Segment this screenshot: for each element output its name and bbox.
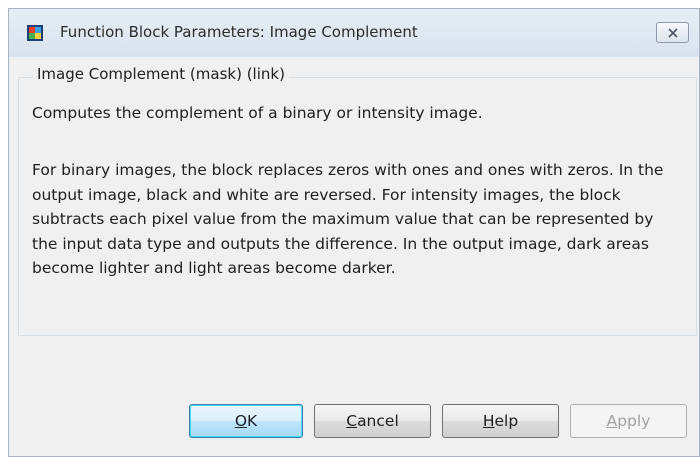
dialog-content: Image Complement (mask) (link) Computes …	[9, 57, 699, 456]
close-icon	[668, 28, 678, 38]
help-label-rest: elp	[494, 412, 519, 430]
apply-button[interactable]: Apply	[570, 404, 687, 438]
apply-mnemonic: A	[606, 412, 618, 430]
cancel-mnemonic: C	[346, 412, 358, 430]
help-mnemonic: H	[482, 412, 495, 430]
help-button[interactable]: Help	[442, 404, 559, 438]
cancel-label-rest: ancel	[357, 412, 399, 430]
dialog-window: Function Block Parameters: Image Complem…	[8, 8, 700, 457]
group-title: Image Complement (mask) (link)	[33, 65, 289, 83]
description-summary: Computes the complement of a binary or i…	[32, 104, 483, 122]
description-detail: For binary images, the block replaces ze…	[32, 161, 664, 277]
close-button[interactable]	[656, 22, 689, 43]
ok-mnemonic: O	[234, 412, 248, 430]
ok-button[interactable]: OK	[189, 404, 303, 438]
cancel-button[interactable]: Cancel	[314, 404, 431, 438]
ok-label-rest: K	[247, 412, 258, 430]
simulink-block-icon	[26, 24, 44, 42]
window-title: Function Block Parameters: Image Complem…	[60, 23, 418, 41]
apply-label-rest: pply	[617, 412, 651, 430]
title-bar[interactable]: Function Block Parameters: Image Complem…	[9, 9, 699, 57]
